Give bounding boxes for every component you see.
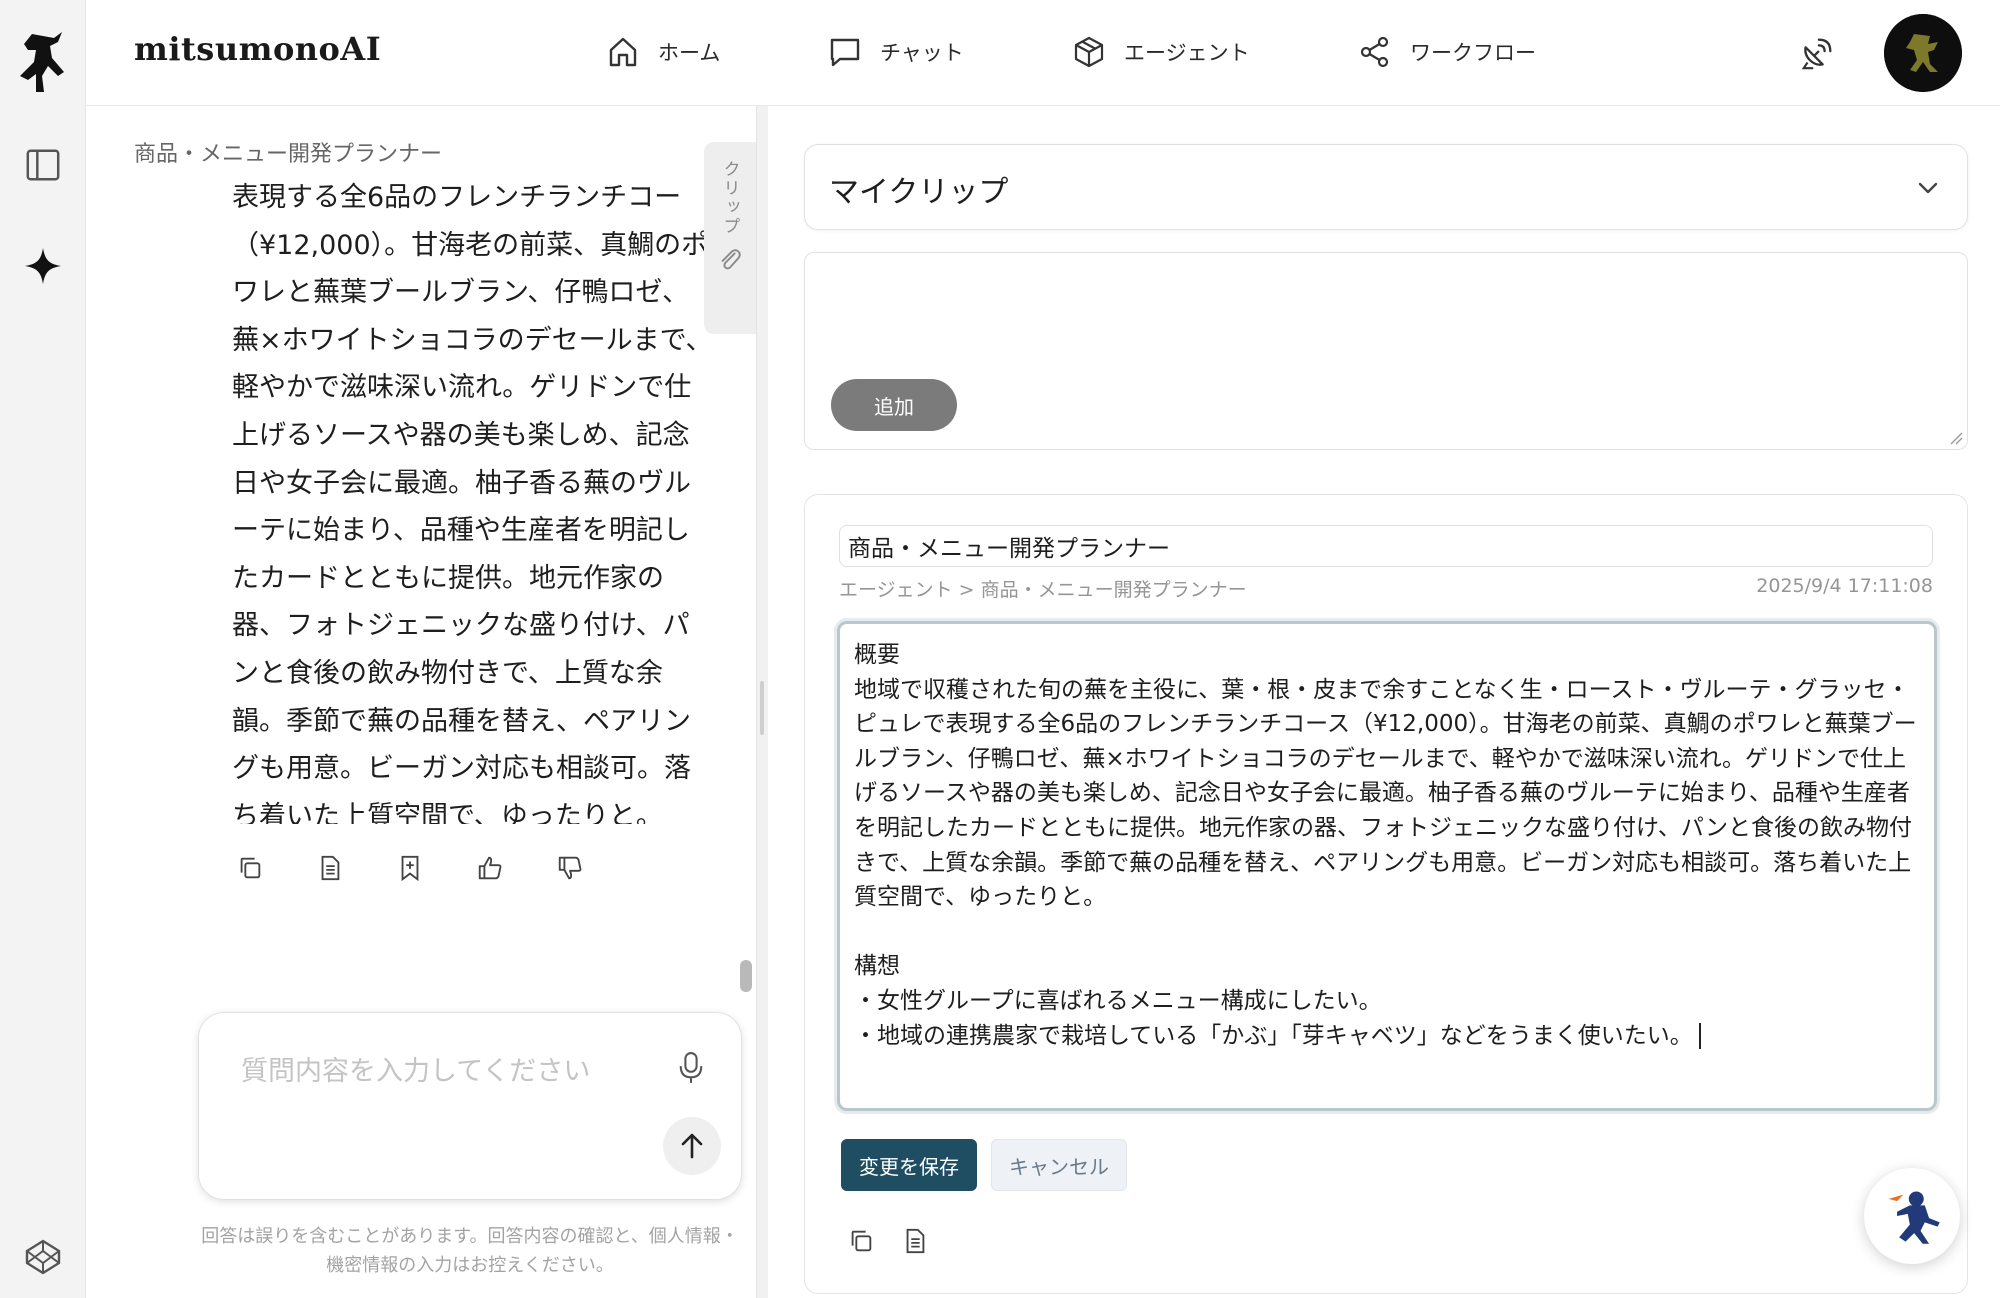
avatar[interactable]	[1884, 14, 1962, 92]
clip-body-text: 概要 地域で収穫された旬の蕪を主役に、葉・根・皮まで余すことなく生・ロースト・ヴ…	[854, 642, 1917, 1049]
message-line: 日や女子会に最適。柚子香る蕪のヴル	[232, 467, 691, 499]
clip-pane: マイクリップ 追加 エージェント > 商品・メニュー開発プランナー 2025/9…	[768, 106, 2000, 1298]
message-line: ち着いた上質空間で、ゆったりと。	[232, 800, 663, 824]
share-nodes-icon	[1360, 36, 1389, 68]
chat-pane: 商品・メニュー開発プランナー 表現する全6品のフレンチランチコー （¥12,00…	[86, 106, 756, 1298]
my-clip-dropdown[interactable]: マイクリップ	[804, 144, 1968, 230]
sidebar-toggle-icon[interactable]	[20, 142, 66, 188]
cube-icon	[1074, 36, 1104, 68]
chat-icon	[830, 38, 860, 67]
my-clip-title: マイクリップ	[829, 175, 1009, 210]
clip-title-input[interactable]	[839, 525, 1933, 567]
chat-agent-name: 商品・メニュー開発プランナー	[134, 142, 443, 167]
document-icon[interactable]	[899, 1225, 931, 1257]
message-line: ンと食後の飲み物付きで、上質な余	[232, 657, 663, 689]
message-line: 蕪×ホワイトショコラのデセールまで、	[232, 324, 713, 356]
message-line: たカードとともに提供。地元作家の	[232, 562, 664, 594]
resize-grip-icon[interactable]	[1949, 431, 1963, 445]
sparkle-icon[interactable]	[20, 243, 66, 289]
cancel-button[interactable]: キャンセル	[991, 1139, 1127, 1191]
home-icon	[609, 37, 637, 67]
text-caret	[1698, 1023, 1701, 1050]
nav-agent[interactable]: エージェント	[1072, 32, 1250, 72]
nav-home[interactable]: ホーム	[606, 32, 720, 72]
top-header: mitsumonoAI ホーム チャット エージェント ワークフロー	[86, 0, 2000, 106]
nav-workflow[interactable]: ワークフロー	[1358, 32, 1536, 72]
paperclip-icon	[721, 249, 741, 270]
message-line: （¥12,000）。甘海老の前菜、真鯛のポ	[232, 229, 709, 261]
clip-body-textarea[interactable]: 概要 地域で収穫された旬の蕪を主役に、葉・根・皮まで余すことなく生・ロースト・ヴ…	[837, 621, 1937, 1111]
satellite-dish-icon[interactable]	[1794, 30, 1840, 76]
pane-resize-handle[interactable]	[756, 106, 768, 1298]
clip-meta: エージェント > 商品・メニュー開発プランナー 2025/9/4 17:11:0…	[839, 575, 1933, 602]
disclaimer-text: 回答は誤りを含むことがあります。回答内容の確認と、個人情報・機密情報の入力はお控…	[201, 1226, 739, 1276]
ninja-mascot-icon	[1888, 1191, 1940, 1244]
message-line: 韻。季節で蕪の品種を替え、ペアリン	[232, 705, 691, 737]
nav-agent-label: エージェント	[1124, 41, 1250, 65]
chat-message: 表現する全6品のフレンチランチコー （¥12,000）。甘海老の前菜、真鯛のポ …	[232, 174, 732, 824]
chat-scrollbar[interactable]	[740, 960, 752, 992]
chat-input-box[interactable]: 質問内容を入力してください	[198, 1012, 742, 1200]
copy-icon[interactable]	[232, 850, 268, 886]
document-icon[interactable]	[312, 850, 348, 886]
message-line: 軽やかで滋味深い流れ。ゲリドンで仕	[232, 372, 692, 404]
ninja-logo-icon[interactable]	[14, 28, 72, 96]
copy-icon[interactable]	[845, 1225, 877, 1257]
message-line: 表現する全6品のフレンチランチコー	[232, 182, 682, 213]
message-line: グも用意。ビーガン対応も相談可。落	[232, 753, 691, 785]
message-line: ワレと蕪葉ブールブラン、仔鴨ロゼ、	[232, 277, 690, 309]
nav-workflow-label: ワークフロー	[1410, 41, 1536, 65]
chat-input-placeholder[interactable]: 質問内容を入力してください	[241, 1049, 590, 1088]
clip-edit-card: エージェント > 商品・メニュー開発プランナー 2025/9/4 17:11:0…	[804, 494, 1968, 1294]
clip-tab-label: クリップ	[719, 160, 740, 236]
thumbs-down-icon[interactable]	[552, 850, 588, 886]
nav-chat-label: チャット	[880, 41, 964, 65]
microphone-icon[interactable]	[671, 1047, 711, 1089]
nav-home-label: ホーム	[658, 41, 721, 65]
message-line: 上げるソースや器の美も楽しめ、記念	[232, 419, 690, 451]
arrow-up-icon	[681, 1133, 703, 1159]
add-button[interactable]: 追加	[831, 379, 957, 431]
thumbs-up-icon[interactable]	[472, 850, 508, 886]
nav-chat[interactable]: チャット	[828, 32, 964, 72]
breadcrumb: エージェント > 商品・メニュー開発プランナー	[839, 579, 1247, 601]
chevron-down-icon	[1918, 182, 1938, 194]
message-line: ーテに始まり、品種や生産者を明記し	[232, 515, 690, 547]
message-actions	[232, 850, 588, 886]
send-button[interactable]	[663, 1117, 721, 1175]
clip-actions	[845, 1225, 931, 1257]
left-rail	[0, 0, 86, 1298]
save-changes-button[interactable]: 変更を保存	[841, 1139, 977, 1191]
assistant-fab-button[interactable]	[1864, 1168, 1960, 1264]
brand-name[interactable]: mitsumonoAI	[134, 30, 381, 68]
bookmark-add-icon[interactable]	[392, 850, 428, 886]
timestamp: 2025/9/4 17:11:08	[1756, 575, 1933, 597]
clip-side-tab[interactable]: クリップ	[704, 142, 756, 334]
clip-add-textarea[interactable]: 追加	[804, 252, 1968, 450]
message-line: 器、フォトジェニックな盛り付け、パ	[232, 610, 690, 642]
codepen-icon[interactable]	[20, 1234, 66, 1280]
